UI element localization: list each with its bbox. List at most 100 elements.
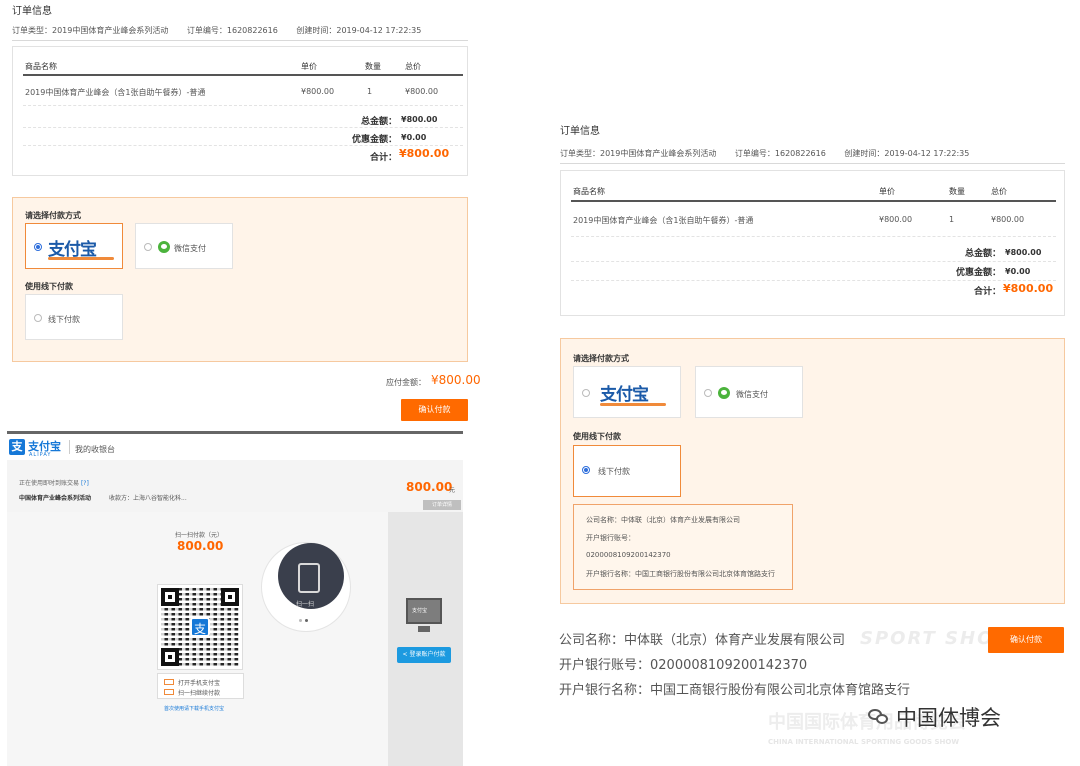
watermark-en: CHINA INTERNATIONAL SPORTING GOODS SHOW — [768, 738, 960, 746]
payment-qr-code[interactable]: 支 — [157, 584, 243, 670]
row-qty: 1 — [367, 87, 373, 96]
right-confirm-button[interactable]: 确认付款 — [988, 627, 1064, 653]
offline-label: 线下付款 — [48, 315, 80, 324]
alipay-cashier: 支 支付宝 ALIPAY 我的收银台 正在使用即时到账交易 [?] 中国体育产业… — [7, 431, 463, 766]
wechat-radio[interactable] — [704, 389, 712, 397]
bank-info-bank: 开户银行名称：中国工商银行股份有限公司北京体育馆路支行 — [559, 683, 911, 698]
order-created: 创建时间：2019-04-12 17:22:35 — [844, 149, 970, 158]
bank-info-account: 开户银行账号：0200008109200142370 — [559, 658, 808, 673]
order-number: 订单编号：1620822616 — [186, 26, 278, 35]
cashier-tab: 我的收银台 — [75, 445, 115, 454]
row-product: 2019中国体育产业峰会（含1张自助午餐券）-普通 — [25, 88, 206, 97]
alipay-radio[interactable] — [582, 389, 590, 397]
th-qty: 数量 — [365, 62, 381, 71]
order-created: 创建时间：2019-04-12 17:22:35 — [296, 26, 422, 35]
row-qty: 1 — [949, 215, 955, 224]
offline-option[interactable]: 线下付款 — [573, 445, 681, 497]
scan-amount: 800.00 — [177, 539, 224, 553]
right-order-meta: 订单类型：2019中国体育产业峰会系列活动 订单编号：1620822616 创建… — [560, 148, 985, 159]
alipay-option[interactable]: 支付宝 — [573, 366, 681, 418]
scan-title: 扫一扫付款（元） — [175, 532, 224, 539]
th-product: 商品名称 — [573, 187, 605, 196]
alipay-icon: 支 — [9, 439, 25, 455]
wechat-logo-icon — [868, 707, 890, 725]
discount-label: 优惠金额： — [351, 135, 397, 145]
row-price: ¥800.00 — [301, 87, 335, 96]
discount-value: ¥0.00 — [401, 133, 427, 142]
wechat-icon — [158, 241, 170, 253]
th-price: 单价 — [301, 62, 317, 71]
choose-method-label: 请选择付款方式 — [573, 354, 629, 363]
payable-label: 应付金额： — [386, 378, 426, 387]
right-pay-panel: 请选择付款方式 支付宝 微信支付 使用线下付款 线下付款 公司名称：中体联（北京… — [560, 338, 1065, 604]
offline-head: 使用线下付款 — [25, 282, 73, 291]
total-label: 总金额： — [360, 117, 397, 127]
offline-bank-details: 公司名称：中体联（北京）体育产业发展有限公司 开户银行账号： 020000810… — [573, 504, 793, 590]
bank-company: 公司名称：中体联（北京）体育产业发展有限公司 — [586, 516, 740, 524]
qr-alipay-icon: 支 — [190, 617, 210, 637]
cashier-merchant: 中国体育产业峰会系列活动 — [19, 495, 92, 502]
cashier-pc-side: 支付宝 < 登录账户付款 — [388, 512, 463, 766]
brand-logo-text: 中国体博会 — [896, 706, 1001, 730]
left-order-table: 商品名称 单价 数量 总价 2019中国体育产业峰会（含1张自助午餐券）-普通 … — [12, 46, 468, 176]
discount-label: 优惠金额： — [955, 268, 1001, 278]
bank-info-company: 公司名称：中体联（北京）体育产业发展有限公司 — [559, 633, 846, 648]
scan-hint-2: 扫一扫继续付款 — [178, 690, 221, 697]
sum-value: ¥800.00 — [1003, 282, 1054, 295]
pc-logo: 支付宝 — [412, 608, 428, 614]
offline-head: 使用线下付款 — [573, 432, 621, 441]
cashier-brand-sub: ALIPAY — [29, 452, 52, 458]
th-price: 单价 — [879, 187, 895, 196]
order-type: 订单类型：2019中国体育产业峰会系列活动 — [560, 149, 717, 158]
bank-name: 开户银行名称：中国工商银行股份有限公司北京体育馆路支行 — [586, 570, 775, 578]
wechat-label: 微信支付 — [174, 244, 206, 253]
left-order-title: 订单信息 — [12, 6, 52, 17]
row-price: ¥800.00 — [879, 215, 913, 224]
alipay-logo: 支付宝 — [600, 385, 649, 405]
phone-icon — [298, 563, 320, 593]
total-value: ¥800.00 — [1005, 248, 1042, 257]
cashier-help-link[interactable]: [?] — [81, 480, 89, 487]
order-type: 订单类型：2019中国体育产业峰会系列活动 — [12, 26, 169, 35]
left-pay-panel: 请选择付款方式 支付宝 微信支付 使用线下付款 线下付款 — [12, 197, 468, 362]
right-order-table: 商品名称 单价 数量 总价 2019中国体育产业峰会（含1张自助午餐券）-普通 … — [560, 170, 1065, 316]
wechat-option[interactable]: 微信支付 — [135, 223, 233, 269]
cashier-amount: 800.00 — [406, 480, 453, 494]
alipay-option[interactable]: 支付宝 — [25, 223, 123, 269]
discount-value: ¥0.00 — [1005, 267, 1031, 276]
scan-hint-box: 打开手机支付宝 扫一扫继续付款 — [157, 673, 244, 699]
order-detail-tab[interactable]: 订单详情 — [423, 500, 461, 510]
row-product: 2019中国体育产业峰会（含1张自助午餐券）-普通 — [573, 216, 754, 225]
choose-method-label: 请选择付款方式 — [25, 211, 81, 220]
scan-icon-label: 扫一扫 — [296, 601, 315, 608]
alipay-radio[interactable] — [34, 243, 42, 251]
cashier-summary: 正在使用即时到账交易 [?] 中国体育产业峰会系列活动 收款方：上海八谷智能化科… — [7, 460, 463, 512]
wechat-option[interactable]: 微信支付 — [695, 366, 803, 418]
scan-hint-1: 打开手机支付宝 — [178, 680, 221, 687]
order-number: 订单编号：1620822616 — [734, 149, 826, 158]
sum-value: ¥800.00 — [399, 147, 450, 160]
th-total: 总价 — [405, 62, 421, 71]
wechat-label: 微信支付 — [736, 390, 768, 399]
sum-label: 合计： — [973, 287, 1001, 297]
offline-option[interactable]: 线下付款 — [25, 294, 123, 340]
download-alipay-link[interactable]: 首次使用请下载手机支付宝 — [164, 705, 224, 712]
left-confirm-button[interactable]: 确认付款 — [401, 399, 468, 421]
cashier-scan-area: 扫一扫付款（元） 800.00 支 打开手机支付宝 扫一扫继续付款 首次使用请下… — [7, 512, 388, 766]
offline-label: 线下付款 — [598, 467, 630, 476]
offline-radio[interactable] — [582, 466, 590, 474]
payable-value: ¥800.00 — [431, 373, 481, 387]
wechat-radio[interactable] — [144, 243, 152, 251]
offline-radio[interactable] — [34, 314, 42, 322]
row-total: ¥800.00 — [991, 215, 1025, 224]
th-product: 商品名称 — [25, 62, 57, 71]
computer-icon: 支付宝 — [406, 598, 442, 624]
wechat-icon — [718, 387, 730, 399]
bank-account-number: 0200008109200142370 — [586, 551, 671, 559]
sum-label: 合计： — [369, 153, 397, 163]
total-value: ¥800.00 — [401, 115, 438, 124]
login-account-pay-button[interactable]: < 登录账户付款 — [397, 647, 451, 663]
cashier-payee: 收款方：上海八谷智能化科... — [109, 495, 187, 502]
cashier-header: 支 支付宝 ALIPAY 我的收银台 — [7, 434, 463, 460]
cashier-amount-unit: 元 — [449, 487, 456, 494]
